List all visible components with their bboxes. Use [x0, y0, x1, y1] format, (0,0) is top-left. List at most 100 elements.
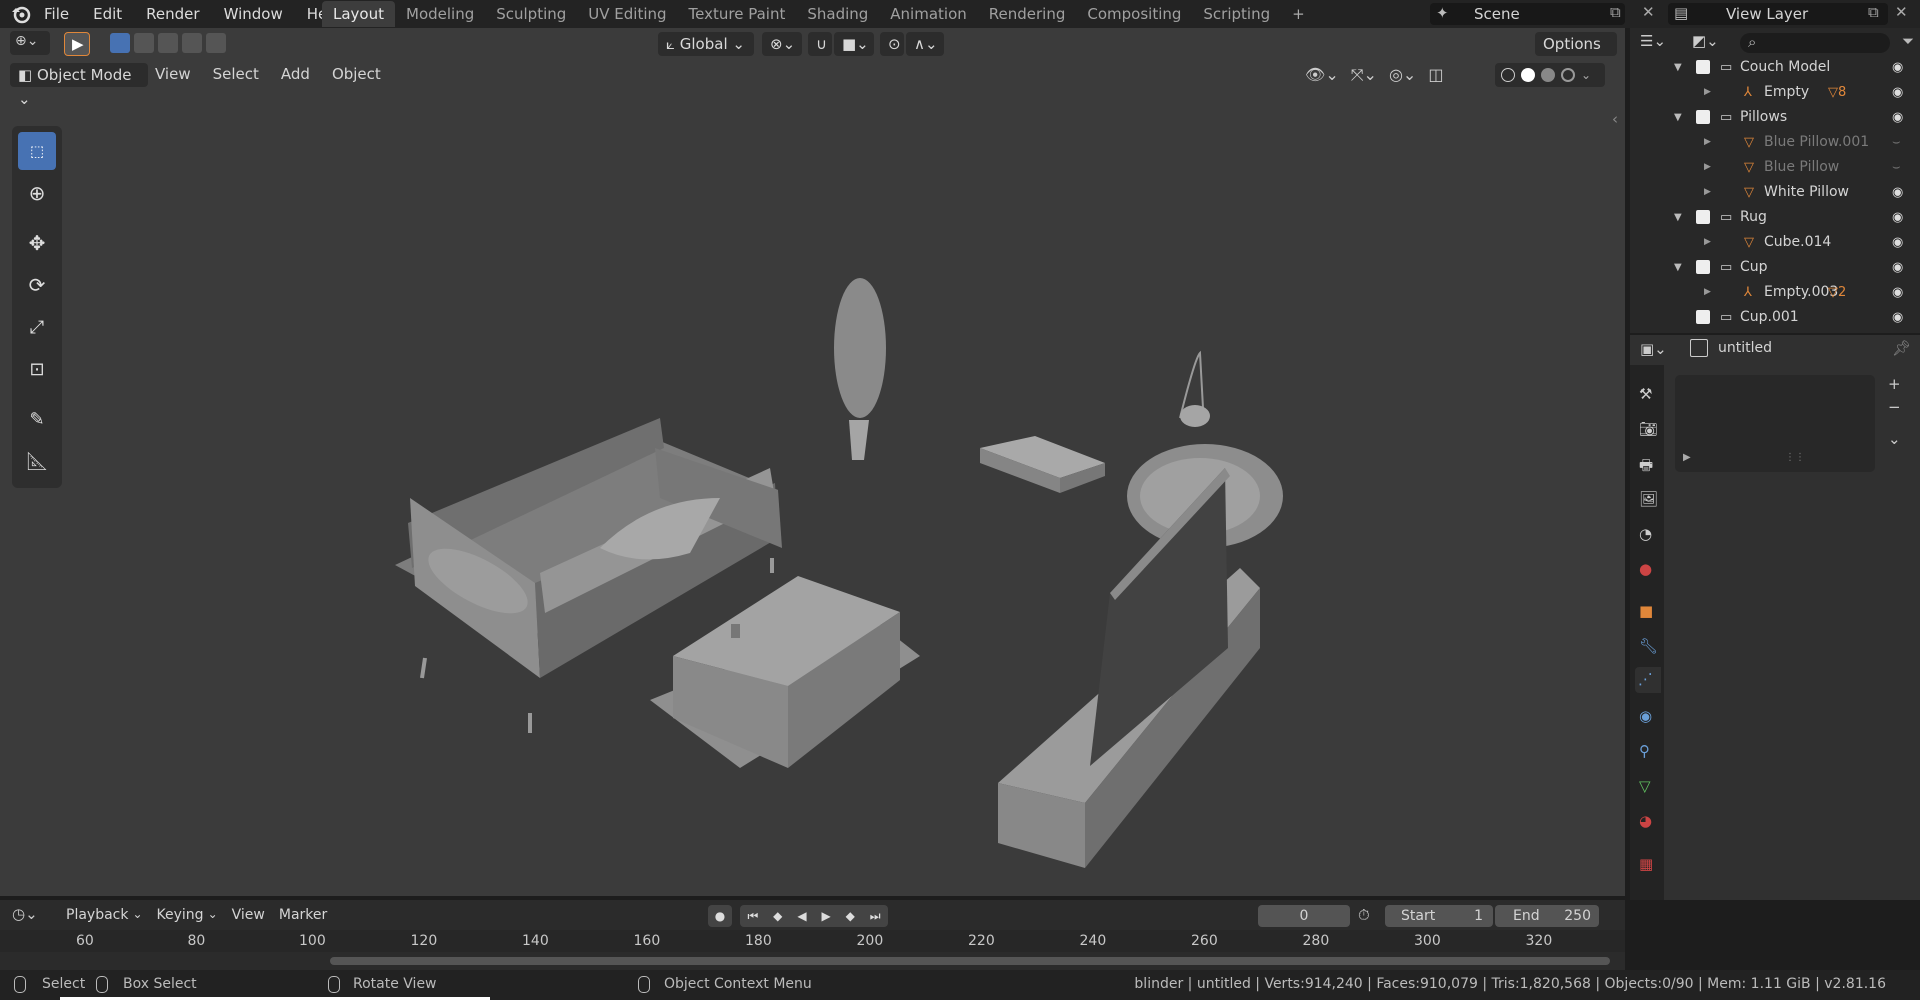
viewport-menu-add[interactable]: Add	[281, 65, 310, 83]
sidebar-toggle-icon[interactable]: ‹	[1612, 110, 1618, 128]
exclude-checkbox[interactable]	[1696, 260, 1710, 274]
3d-viewport[interactable]: ⊕⌄ ▶ ⟀ Global ⌄ ⊗⌄ ∪ ■⌄ ⊙ ∧⌄ Options ⌄ ◧…	[0, 28, 1625, 896]
outliner-row[interactable]: ▼ ▭ Rug ◉	[1630, 205, 1920, 230]
world-tab-icon[interactable]: ●	[1639, 560, 1652, 578]
proportional-edit-toggle[interactable]: ⊙	[880, 32, 904, 56]
data-tab-icon[interactable]: ▽	[1639, 777, 1651, 795]
snap-toggle[interactable]: ∪	[808, 32, 832, 56]
exclude-checkbox[interactable]	[1696, 310, 1710, 324]
start-frame-field[interactable]: Start 1	[1385, 905, 1493, 927]
tab-layout[interactable]: Layout	[322, 1, 395, 27]
expand-arrow-icon[interactable]: ▶	[1704, 280, 1711, 305]
list-remove-icon[interactable]: −	[1888, 398, 1901, 416]
select-new-icon[interactable]	[110, 33, 130, 53]
eye-icon[interactable]: ◉	[1892, 105, 1903, 130]
expand-arrow-icon[interactable]: ▶	[1704, 230, 1711, 255]
rendered-shading-icon[interactable]	[1561, 68, 1575, 82]
eye-icon[interactable]: ◉	[1892, 55, 1903, 80]
options-dropdown[interactable]: Options ⌄	[1535, 32, 1617, 77]
end-frame-field[interactable]: End 250	[1495, 905, 1599, 927]
play-reverse-icon[interactable]: ◀	[797, 909, 806, 923]
prev-keyframe-icon[interactable]: ◆	[773, 909, 782, 923]
tab-animation[interactable]: Animation	[879, 1, 977, 27]
pin-icon[interactable]: 📌︎	[1892, 339, 1911, 357]
eye-icon[interactable]: ◉	[1892, 180, 1903, 205]
select-tool-mini-button[interactable]: ▶	[64, 32, 90, 56]
timeline-menu-view[interactable]: View	[232, 907, 265, 923]
eye-icon[interactable]: ◉	[1892, 205, 1903, 230]
next-keyframe-icon[interactable]: ◆	[846, 909, 855, 923]
select-invert-icon[interactable]	[182, 33, 202, 53]
object-mode-dropdown[interactable]: ◧ Object Mode ⌄	[10, 63, 148, 108]
current-frame-field[interactable]: 0	[1258, 905, 1350, 927]
stopwatch-icon[interactable]: ⏱	[1358, 906, 1370, 924]
jump-start-icon[interactable]: ⏮	[747, 909, 758, 924]
tab-rendering[interactable]: Rendering	[978, 1, 1077, 27]
xray-icon[interactable]: ◫	[1428, 65, 1443, 85]
outliner-row[interactable]: ▶ ▽ Blue Pillow ⌣	[1630, 155, 1920, 180]
menu-edit[interactable]: Edit	[81, 5, 134, 23]
view-layer-tab-icon[interactable]: 🖼︎	[1639, 490, 1658, 508]
scale-tool[interactable]: ⤢	[18, 308, 56, 346]
viewport-menu-view[interactable]: View	[155, 65, 191, 83]
outliner-row[interactable]: ▼ ▭ Couch Model ◉	[1630, 55, 1920, 80]
funnel-icon[interactable]: ⏷	[1902, 32, 1914, 50]
annotate-tool[interactable]: ✎	[18, 400, 56, 438]
outliner-row[interactable]: ▶ ⅄ Empty.003 ▽2 ◉	[1630, 280, 1920, 305]
render-tab-icon[interactable]: 📷︎	[1639, 420, 1658, 438]
viewport-menu-object[interactable]: Object	[332, 65, 381, 83]
pivot-point-dropdown[interactable]: ⊗⌄	[762, 32, 802, 56]
frame-ruler[interactable]: 60 80 100 120 140 160 180 200 220 240 260 280 300 320	[0, 930, 1625, 952]
viewport-menu-select[interactable]: Select	[213, 65, 259, 83]
tab-compositing[interactable]: Compositing	[1076, 1, 1192, 27]
eye-icon[interactable]: ◉	[1892, 305, 1903, 330]
timeline-menu-marker[interactable]: Marker	[279, 907, 327, 923]
play-icon[interactable]: ▶	[821, 909, 830, 923]
properties-editor-type-icon[interactable]: ▣⌄	[1640, 340, 1667, 358]
view-layer-selector[interactable]: ▤ View Layer	[1668, 3, 1888, 25]
gizmo-icon[interactable]: ⤧⌄	[1351, 65, 1377, 85]
timeline-scrollbar[interactable]	[330, 957, 1610, 965]
snap-target-dropdown[interactable]: ■⌄	[834, 32, 874, 56]
tab-scripting[interactable]: Scripting	[1192, 1, 1281, 27]
expand-arrow-icon[interactable]: ▶	[1704, 130, 1711, 155]
timeline-menu-keying[interactable]: Keying	[157, 907, 204, 923]
disclosure-arrow-icon[interactable]: ▼	[1674, 205, 1682, 230]
outliner-row[interactable]: ▶ ▽ Blue Pillow.001 ⌣	[1630, 130, 1920, 155]
eye-icon[interactable]: ◉	[1892, 255, 1903, 280]
select-intersect-icon[interactable]	[206, 33, 226, 53]
eye-closed-icon[interactable]: ⌣	[1892, 130, 1901, 155]
output-tab-icon[interactable]: 🖶	[1639, 455, 1653, 480]
object-tab-icon[interactable]: ■	[1639, 602, 1653, 620]
move-tool[interactable]: ✥	[18, 224, 56, 262]
outliner-row[interactable]: ▶ ⅄ Empty ▽8 ◉	[1630, 80, 1920, 105]
outliner-display-mode-icon[interactable]: ☰⌄	[1640, 32, 1666, 50]
physics-tab-icon[interactable]: ◉	[1639, 707, 1652, 725]
chevron-down-icon[interactable]: ⌄	[1581, 68, 1591, 82]
eye-icon[interactable]: ◉	[1892, 80, 1903, 105]
scene-tab-icon[interactable]: ◔	[1639, 525, 1652, 543]
expand-arrow-icon[interactable]: ▶	[1704, 180, 1711, 205]
add-workspace-icon[interactable]: +	[1281, 1, 1316, 27]
outliner-row[interactable]: ▼ ▭ Cup ◉	[1630, 255, 1920, 280]
list-add-icon[interactable]: +	[1888, 375, 1901, 393]
list-menu-icon[interactable]: ⌄	[1888, 430, 1901, 448]
tool-tab-icon[interactable]: ⚒	[1639, 385, 1652, 403]
menu-file[interactable]: File	[32, 5, 81, 23]
tab-texture-paint[interactable]: Texture Paint	[678, 1, 797, 27]
falloff-dropdown[interactable]: ∧⌄	[906, 32, 944, 56]
outliner-row[interactable]: ▭ Cup.001 ◉	[1630, 305, 1920, 330]
select-extend-icon[interactable]	[134, 33, 154, 53]
outliner-search-input[interactable]: ⌕	[1740, 33, 1890, 53]
outliner-row[interactable]: ▶ ▽ White Pillow ◉	[1630, 180, 1920, 205]
expand-arrow-icon[interactable]: ▶	[1704, 80, 1711, 105]
eye-icon[interactable]: ◉	[1892, 280, 1903, 305]
properties-editor[interactable]: ▣⌄ untitled 📌︎ ▶ ⋮⋮ + − ⌄	[1630, 335, 1920, 900]
property-list-box[interactable]: ▶ ⋮⋮	[1675, 375, 1875, 472]
overlays-icon[interactable]: ◎⌄	[1389, 65, 1416, 85]
delete-view-layer-icon[interactable]: ✕	[1895, 3, 1908, 21]
record-button[interactable]: ●	[708, 905, 732, 927]
select-subtract-icon[interactable]	[158, 33, 178, 53]
rotate-tool[interactable]: ⟳	[18, 266, 56, 304]
eye-icon[interactable]: ◉	[1892, 230, 1903, 255]
